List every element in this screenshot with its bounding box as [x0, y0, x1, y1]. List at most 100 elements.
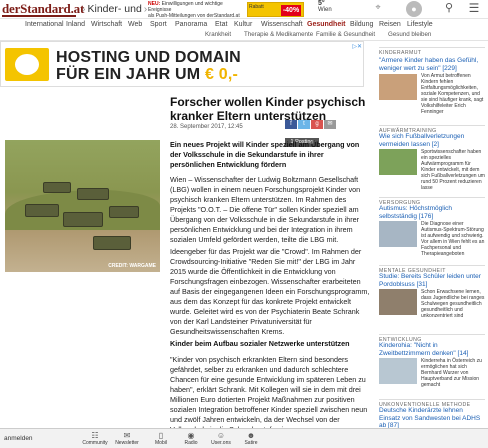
twitter-icon[interactable]: t [298, 120, 310, 129]
nav-item-kultur[interactable]: Kultur [234, 21, 252, 28]
article-image[interactable]: CREDIT: WARGAME [5, 140, 160, 272]
small-ad-text: Rabatt [249, 4, 264, 10]
footer-label: Newsletter [115, 440, 139, 446]
sidebar-link[interactable]: Kinderohia: "Nicht in Zweitbettzimmern d… [379, 342, 485, 357]
image-object [25, 204, 59, 217]
article-paragraph: Ideengeber für das Projekt war die "Crow… [170, 247, 370, 336]
small-ad[interactable]: Rabatt -40% [247, 2, 304, 17]
ad-banner[interactable]: HOSTING UND DOMAIN FÜR EIN JAHR UM € 0,-… [0, 41, 364, 87]
nav-item-inland[interactable]: Inland [66, 21, 85, 28]
radio-icon: ◉ [187, 431, 195, 440]
weather-widget[interactable]: 5° Wien [318, 0, 332, 13]
ad-price: € 0,- [205, 66, 239, 83]
nav-item-bildung[interactable]: Bildung [350, 21, 373, 28]
subnav-item-krankheit[interactable]: Krankheit [205, 31, 231, 38]
logo-underline [2, 15, 76, 17]
push-line1: Einwilligungen und wichtige Ereignisse [148, 1, 223, 13]
small-ad-discount: -40% [281, 5, 301, 16]
sidebar-thumbnail[interactable] [379, 358, 417, 384]
breadcrumb: › Kinder- und › [80, 3, 149, 15]
article-lead: Ein neues Projekt will Kinder speziell a… [170, 140, 360, 169]
ad-headline-2: FÜR EIN JAHR UM € 0,- [56, 66, 238, 84]
user-icon[interactable]: ● [406, 1, 422, 17]
sidebar-link[interactable]: Deutsche Kinderärzte lehnen Einsatz von … [379, 407, 485, 430]
googleplus-icon[interactable]: g [311, 120, 323, 129]
image-object [109, 206, 139, 218]
mobile-icon: ▯ [158, 431, 164, 440]
image-credit: CREDIT: WARGAME [108, 263, 156, 269]
article-paragraph: "Kinder von psychisch erkrankten Eltern … [170, 355, 368, 434]
location-icon[interactable]: ⌖ [368, 2, 388, 16]
top-bar: derStandard.at › Kinder- und › NEU: Einwil… [0, 0, 488, 19]
sidebar-thumbnail[interactable] [379, 289, 417, 315]
article-paragraph: Wien – Wissenschafter der Ludwig Boltzma… [170, 175, 361, 244]
mobil-button[interactable]: ▯ Mobil [146, 431, 176, 446]
footer-label: Mobil [155, 440, 167, 446]
weather-temp: 5° [318, 0, 325, 7]
breadcrumb-item[interactable]: Kinder- und [88, 3, 142, 15]
sidebar-teaser: Von Armut betroffenen Kindern fehlen Ent… [421, 73, 484, 115]
ad-choices-icon[interactable]: ▷✕ [346, 43, 362, 51]
subnav-item-gesund-bleiben[interactable]: Gesund bleiben [388, 31, 431, 38]
main-nav: International Inland Wirtschaft Web Spor… [0, 20, 488, 30]
footer-label: Satire [244, 440, 258, 446]
sidebar-link[interactable]: Studie: Bereits Schüler leiden unter Por… [379, 273, 485, 288]
nav-item-international[interactable]: International [25, 21, 64, 28]
menu-icon[interactable]: ☰ [465, 1, 483, 17]
nav-item-reisen[interactable]: Reisen [379, 21, 401, 28]
image-object [43, 182, 71, 193]
nav-item-etat[interactable]: Etat [215, 21, 227, 28]
sidebar-teaser: Die Diagnose einer Autismus-Spektrum-Stö… [421, 221, 485, 257]
weather-city: Wien [318, 7, 332, 13]
sidebar-thumbnail[interactable] [379, 149, 417, 175]
community-button[interactable]: ☷ Community [80, 431, 110, 446]
sidebar-link[interactable]: "Armere Kinder haben das Gefühl, weniger… [379, 57, 485, 72]
chevron-right-icon: › [82, 3, 86, 15]
sidebar-thumbnail[interactable] [379, 74, 417, 100]
footer-label: Radio [184, 440, 198, 446]
nav-item-wissenschaft[interactable]: Wissenschaft [261, 21, 303, 28]
nav-item-wirtschaft[interactable]: Wirtschaft [91, 21, 122, 28]
article-headline: Forscher wollen Kinder psychisch kranker… [170, 95, 366, 123]
userons-button[interactable]: ☺ User.ons [206, 431, 236, 446]
nav-item-lifestyle[interactable]: Lifestyle [407, 21, 433, 28]
ad-headline-1: HOSTING UND DOMAIN [56, 49, 241, 66]
mail-icon[interactable]: ✉ [324, 120, 336, 129]
footer-bar: anmelden ☷ Community ✉ Newsletter ▯ Mobil ◉… [0, 428, 488, 448]
push-notice[interactable]: NEU: Einwilligungen und wichtige Ereigni… [148, 1, 242, 19]
subnav-item-therapie[interactable]: Therapie & Medikamente [244, 31, 313, 38]
nav-item-web[interactable]: Web [128, 21, 142, 28]
community-icon: ☷ [91, 431, 99, 440]
nav-item-gesundheit[interactable]: Gesundheit [307, 21, 346, 28]
image-object [63, 212, 103, 227]
footer-label: Community [82, 440, 108, 446]
image-object [93, 236, 131, 250]
nav-item-sport[interactable]: Sport [150, 21, 167, 28]
sidebar-link[interactable]: Wie sich Fußballverletzungen vermeiden l… [379, 133, 485, 148]
sidebar-thumbnail[interactable] [379, 221, 417, 247]
login-link[interactable]: anmelden [4, 435, 33, 442]
facebook-icon[interactable]: f [285, 120, 297, 129]
subnav-item-familie[interactable]: Familie & Gesundheit [316, 31, 375, 38]
sidebar-section-title: KINDERARMUT [379, 47, 485, 56]
article: Forscher wollen Kinder psychisch kranker… [170, 95, 370, 434]
sidebar-teaser: Sportwissenschafter haben ein spezielles… [421, 149, 485, 191]
search-icon[interactable]: ⚲ [440, 1, 458, 17]
sidebar-teaser: Schon Erwachsene lernen, dass Jugendlich… [421, 289, 485, 319]
radio-button[interactable]: ◉ Radio [176, 431, 206, 446]
satire-icon: ☻ [246, 431, 256, 440]
ad-logo-icon [5, 48, 49, 81]
push-line2: als Push-Mitteilungen von derStandard.at [148, 13, 240, 19]
image-object [77, 188, 109, 200]
newsletter-icon: ✉ [123, 431, 131, 440]
sub-nav: Krankheit Therapie & Medikamente Familie… [0, 30, 488, 41]
ad-line2-text: FÜR EIN JAHR UM [56, 66, 201, 83]
nav-item-panorama[interactable]: Panorama [175, 21, 207, 28]
newsletter-button[interactable]: ✉ Newsletter [112, 431, 142, 446]
sidebar-link[interactable]: Autismus: Höchstmöglich selbstständig [1… [379, 205, 485, 220]
sidebar-teaser: Kinderreha in Österreich zu ermöglichen … [421, 358, 482, 388]
satire-button[interactable]: ☻ Satire [236, 431, 266, 446]
user-group-icon: ☺ [216, 431, 226, 440]
footer-label: User.ons [211, 440, 231, 446]
share-bar: f t g ✉1 Posting [285, 120, 370, 147]
